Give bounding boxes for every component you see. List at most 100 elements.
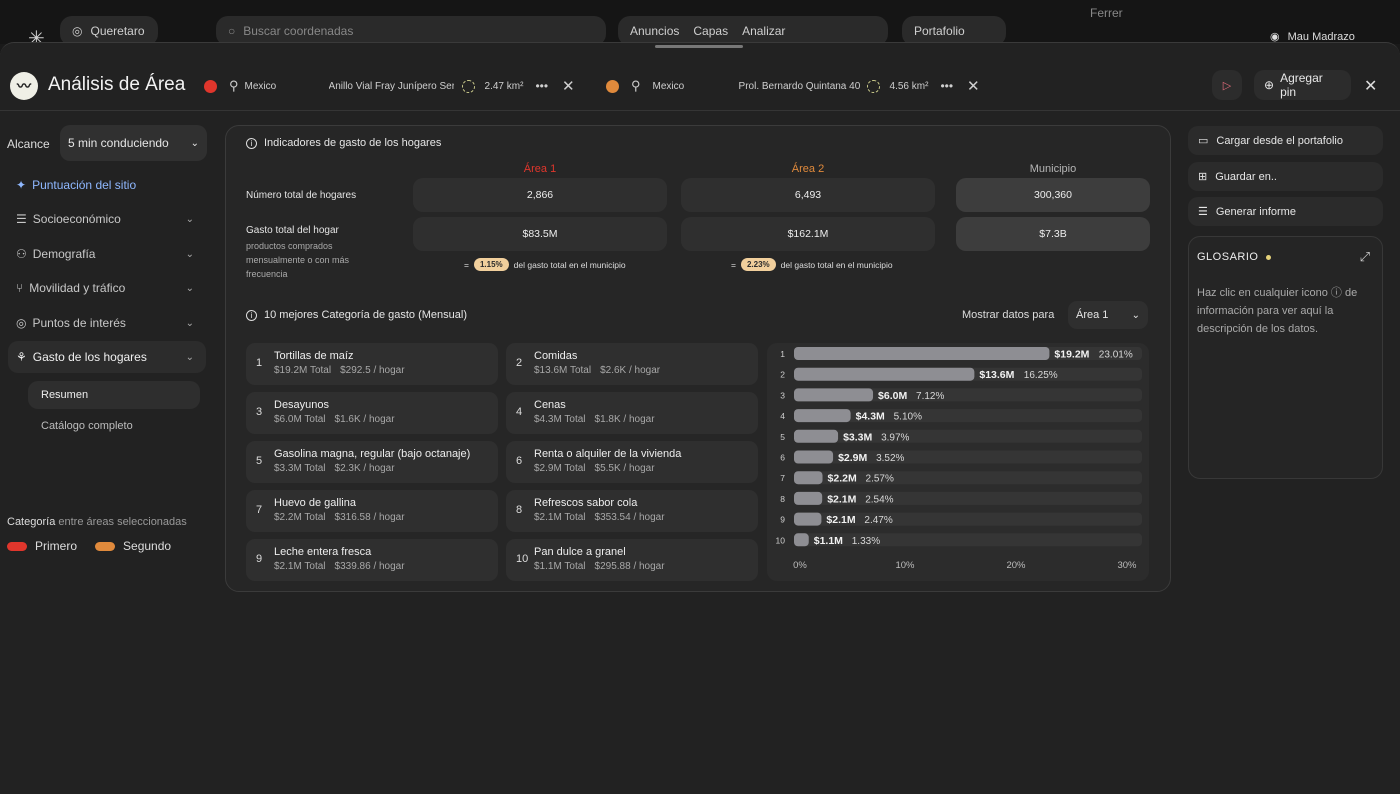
info-icon[interactable]: i: [246, 137, 257, 149]
play-button[interactable]: ▷: [1212, 70, 1242, 100]
area-2-color-dot: [606, 79, 619, 93]
sub-item-resumen[interactable]: Resumen: [28, 381, 200, 409]
category-values: $4.3M Total $1.8K / hogar: [534, 414, 655, 425]
category-rank: 2: [516, 357, 523, 369]
pin-icon: ⚲: [229, 78, 239, 93]
category-item[interactable]: 2 Comidas $13.6M Total $2.6K / hogar: [506, 343, 758, 385]
category-values: $2.1M Total $353.54 / hogar: [534, 512, 665, 523]
category-total: $2.1M Total: [534, 512, 586, 523]
bar: [794, 367, 975, 381]
more-icon[interactable]: •••: [535, 79, 548, 93]
close-icon[interactable]: ✕: [967, 77, 980, 95]
tab-anuncios[interactable]: Anuncios: [630, 24, 679, 38]
info-icon[interactable]: i: [246, 309, 257, 321]
glossary-title-label: GLOSARIO: [1197, 251, 1259, 263]
category-item[interactable]: 6 Renta o alquiler de la vivienda $2.9M To…: [506, 441, 758, 483]
area-chip-2[interactable]: ⚲ Mexico Prol. Bernardo Quintana 40 4.56…: [606, 70, 986, 102]
bar-value-label: $2.9M: [838, 452, 867, 464]
save-to-button[interactable]: ⊞ Guardar en..: [1188, 162, 1383, 191]
category-item[interactable]: 1 Tortillas de maíz $19.2M Total $292.5 / h…: [246, 343, 498, 385]
bar-category-label: 7: [780, 473, 785, 483]
category-name: Cenas: [534, 399, 566, 411]
add-pin-label: Agregar pin: [1280, 71, 1323, 99]
radius-icon: [866, 79, 880, 93]
tab-analizar[interactable]: Analizar: [742, 24, 785, 38]
alcance-select[interactable]: 5 min conduciendo ⌄: [60, 125, 207, 161]
sidebar-item-label: Movilidad y tráfico: [29, 281, 126, 295]
more-icon[interactable]: •••: [940, 79, 953, 93]
glossary-panel: GLOSARIO ⤢ Haz clic en cualquier icono ⓘ…: [1188, 236, 1383, 479]
bar-category-label: 6: [780, 453, 785, 463]
bar-pct-label: 7.12%: [916, 391, 944, 402]
households-area-1: 2,866: [413, 178, 667, 212]
bar-value-label: $19.2M: [1054, 349, 1089, 361]
category-name: Tortillas de maíz: [274, 350, 354, 362]
map-label: Ferrer: [1090, 6, 1123, 20]
pct-prefix: =: [464, 259, 469, 270]
close-icon[interactable]: ✕: [562, 77, 575, 95]
route-icon: ⑂: [16, 281, 24, 295]
bar-value-label: $6.0M: [878, 390, 907, 402]
expand-icon[interactable]: ⤢: [1360, 249, 1370, 265]
generate-report-button[interactable]: ☰ Generar informe: [1188, 197, 1383, 226]
drag-handle[interactable]: [655, 45, 743, 48]
indicators-title-label: Indicadores de gasto de los hogares: [264, 137, 442, 149]
spending-label-sub: productos comprados mensualmente o con m…: [246, 241, 350, 279]
category-item[interactable]: 3 Desayunos $6.0M Total $1.6K / hogar: [246, 392, 498, 434]
category-label: Categoría entre áreas seleccionadas: [7, 516, 187, 528]
bar-category-label: 2: [780, 370, 785, 380]
alcance-value: 5 min conduciendo: [68, 136, 169, 150]
category-rank: 10: [516, 553, 529, 565]
report-icon: ☰: [1198, 206, 1208, 218]
bar: [794, 533, 809, 547]
category-item[interactable]: 8 Refrescos sabor cola $2.1M Total $353.54 …: [506, 490, 758, 532]
glossary-title: GLOSARIO: [1197, 251, 1272, 263]
sidebar-item-socioeconomico[interactable]: ☰ Socioeconómico ⌄: [8, 203, 206, 235]
bar: [794, 429, 839, 443]
household-spending-card: i Indicadores de gasto de los hogares Ár…: [225, 125, 1171, 592]
legend-swatch-segundo: [95, 541, 116, 551]
tab-capas[interactable]: Capas: [693, 24, 728, 38]
folder-icon: ▭: [1198, 135, 1209, 147]
top10-title-label: 10 mejores Categoría de gasto (Mensual): [264, 309, 467, 321]
category-item[interactable]: 9 Leche entera fresca $2.1M Total $339.86 /…: [246, 539, 498, 581]
spending-label-title: Gasto total del hogar: [246, 225, 339, 236]
category-label-strong: Categoría: [7, 516, 56, 528]
category-item[interactable]: 4 Cenas $4.3M Total $1.8K / hogar: [506, 392, 758, 434]
category-per-household: $1.8K / hogar: [594, 414, 655, 425]
radius-icon: [461, 79, 475, 93]
analysis-icon: 〰: [10, 72, 38, 100]
category-rank: 7: [256, 504, 263, 516]
load-portfolio-button[interactable]: ▭ Cargar desde el portafolio: [1188, 126, 1383, 155]
category-item[interactable]: 10 Pan dulce a granel $1.1M Total $295.88 /…: [506, 539, 758, 581]
spending-area-2: $162.1M: [681, 217, 935, 251]
bar-value-label: $2.2M: [828, 473, 857, 485]
area-chip-1[interactable]: ⚲ Mexico Anillo Vial Fray Junípero Serr …: [204, 70, 584, 102]
area-select[interactable]: Área 1 ⌄: [1068, 301, 1148, 329]
area-select-value: Área 1: [1076, 309, 1109, 321]
category-per-household: $339.86 / hogar: [334, 561, 405, 572]
category-item[interactable]: 5 Gasolina magna, regular (bajo octanaje)…: [246, 441, 498, 483]
bar-value-label: $4.3M: [856, 411, 885, 423]
category-values: $19.2M Total $292.5 / hogar: [274, 365, 405, 376]
category-name: Comidas: [534, 350, 578, 362]
area-2-size: 4.56 km²: [889, 80, 929, 92]
pct-text: del gasto total en el municipio: [513, 259, 626, 270]
sidebar-item-demografia[interactable]: ⚇ Demografía ⌄: [8, 238, 206, 270]
category-total: $2.9M Total: [534, 463, 586, 474]
pin-add-icon: ⊕: [1264, 78, 1275, 92]
pct-badge: 1.15%: [473, 258, 509, 271]
area-2-country: Mexico: [652, 80, 685, 92]
people-icon: ⚇: [16, 247, 27, 261]
bar-pct-label: 3.97%: [881, 432, 909, 443]
add-pin-button[interactable]: ⊕ Agregar pin: [1254, 70, 1351, 100]
category-item[interactable]: 7 Huevo de gallina $2.2M Total $316.58 / ho…: [246, 490, 498, 532]
sidebar-item-puntuacion[interactable]: ✦ Puntuación del sitio: [8, 169, 206, 201]
sidebar-item-puntos[interactable]: ◎ Puntos de interés ⌄: [8, 307, 206, 339]
search-icon: ○: [228, 24, 236, 38]
sidebar-item-gasto[interactable]: ⚘ Gasto de los hogares ⌄: [8, 341, 206, 373]
chevron-down-icon: ⌄: [185, 213, 194, 225]
sidebar-item-movilidad[interactable]: ⑂ Movilidad y tráfico ⌄: [8, 272, 206, 304]
sub-item-catalogo[interactable]: Catálogo completo: [28, 412, 200, 440]
close-panel-icon[interactable]: ✕: [1364, 76, 1377, 96]
